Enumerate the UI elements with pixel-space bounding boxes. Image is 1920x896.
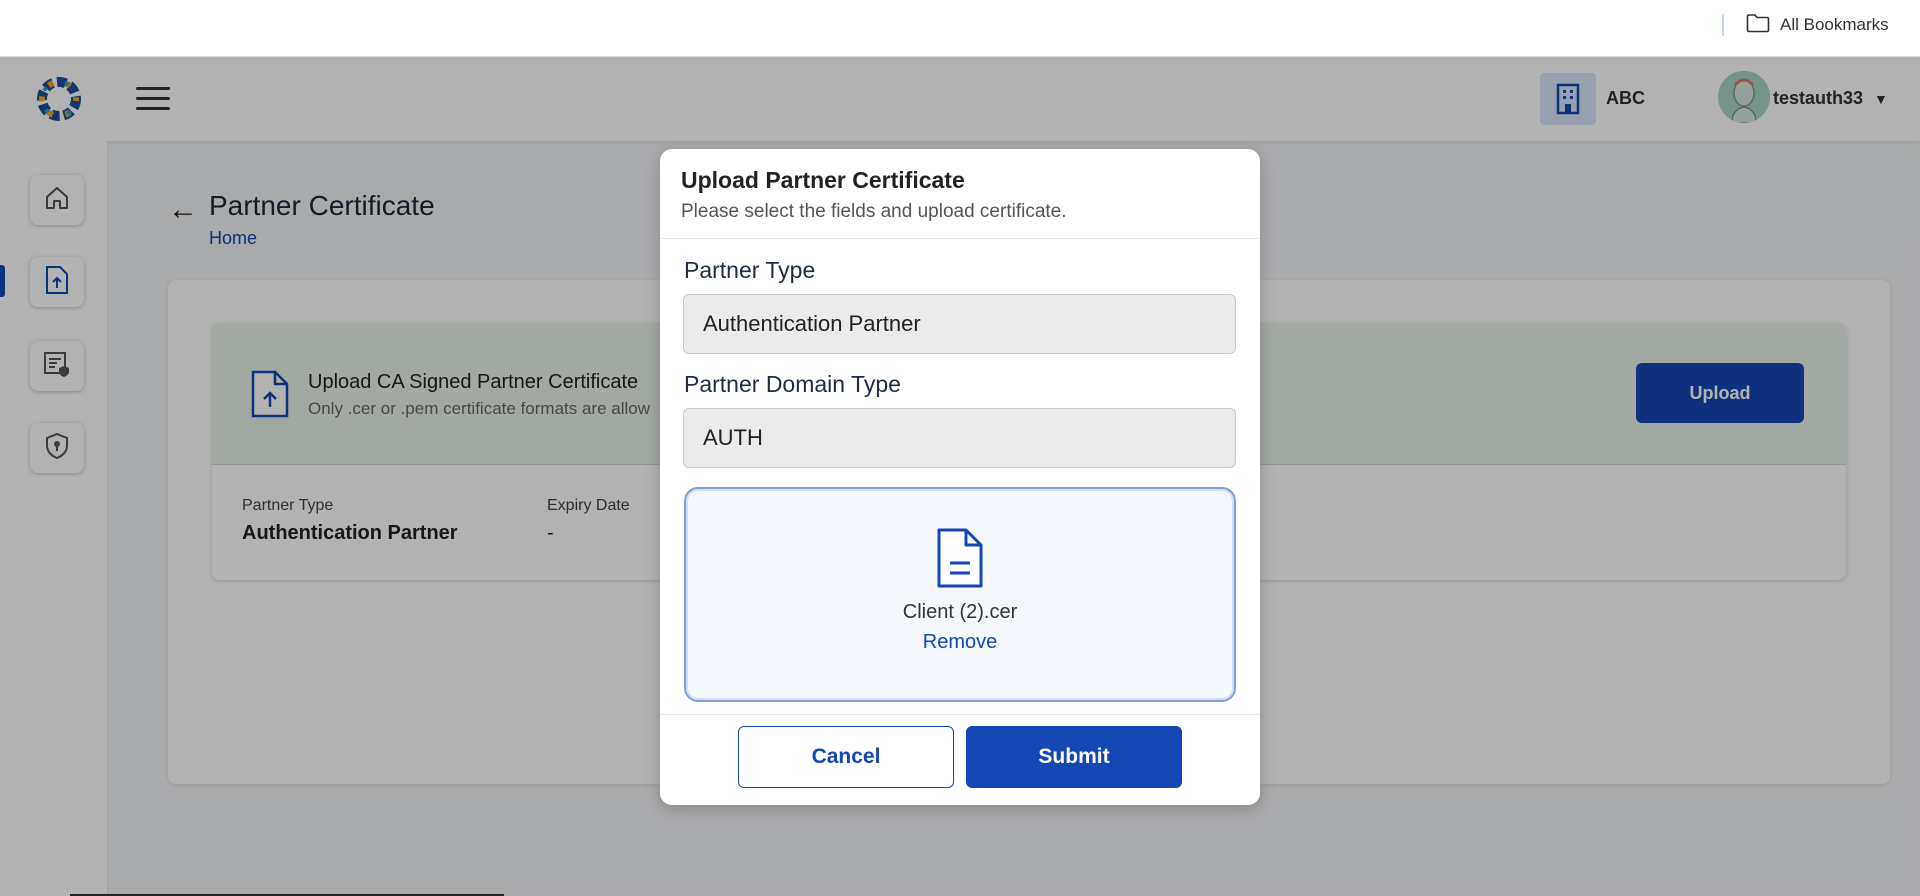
- all-bookmarks-button[interactable]: All Bookmarks: [1746, 12, 1889, 38]
- file-icon: [935, 527, 985, 594]
- selected-file-name: Client (2).cer: [902, 601, 1018, 623]
- partner-domain-type-field[interactable]: AUTH: [683, 408, 1236, 468]
- submit-button[interactable]: Submit: [966, 726, 1182, 788]
- modal-header: Upload Partner Certificate Please select…: [660, 149, 1260, 239]
- upload-certificate-modal: Upload Partner Certificate Please select…: [660, 149, 1260, 805]
- bookmarks-separator: [1722, 14, 1724, 36]
- bookmarks-bar: All Bookmarks: [0, 0, 1920, 57]
- all-bookmarks-label: All Bookmarks: [1780, 15, 1889, 34]
- modal-title: Upload Partner Certificate: [681, 167, 965, 193]
- cancel-button[interactable]: Cancel: [738, 726, 954, 788]
- folder-icon: [1746, 13, 1770, 38]
- certificate-dropzone[interactable]: Client (2).cer Remove: [684, 487, 1236, 702]
- partner-type-field[interactable]: Authentication Partner: [683, 294, 1236, 354]
- remove-file-link[interactable]: Remove: [686, 631, 1234, 654]
- partner-type-field-label: Partner Type: [684, 257, 816, 283]
- partner-domain-type-field-label: Partner Domain Type: [684, 371, 901, 397]
- modal-subtitle: Please select the fields and upload cert…: [681, 201, 1067, 222]
